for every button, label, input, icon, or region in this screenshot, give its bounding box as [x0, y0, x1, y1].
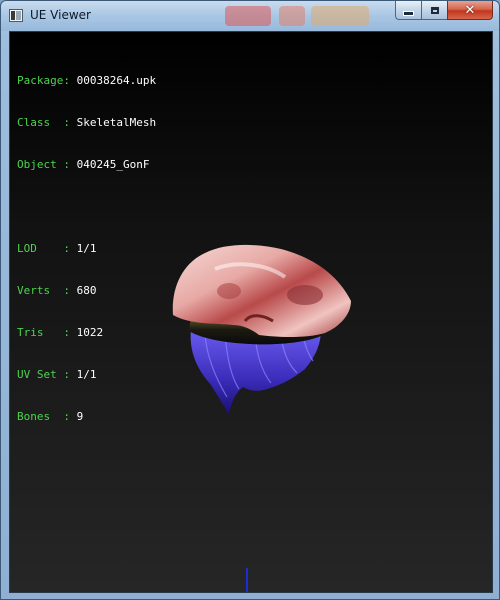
info-uvset: UV Set : 1/1: [17, 368, 97, 381]
info-bones: Bones : 9: [17, 410, 84, 423]
info-tris: Tris : 1022: [17, 326, 104, 339]
rendered-mesh-hat-with-hair: [172, 244, 351, 415]
close-button[interactable]: ✕: [447, 1, 493, 20]
maximize-button[interactable]: [421, 1, 447, 20]
ue-viewer-app-icon[interactable]: [9, 9, 23, 22]
ue-viewer-window: UE Viewer ✕ Package: 00038264.upk Class …: [0, 0, 500, 600]
close-icon: ✕: [464, 2, 476, 18]
maximize-icon: [430, 6, 439, 14]
window-title: UE Viewer: [30, 8, 91, 22]
info-class: Class : SkeletalMesh: [17, 116, 157, 129]
desktop-background-through-glass: [151, 3, 391, 29]
origin-axis-line: [246, 568, 248, 592]
info-package: Package: 00038264.upk: [17, 74, 157, 87]
caption-buttons: ✕: [395, 1, 493, 21]
3d-viewport[interactable]: Package: 00038264.upk Class : SkeletalMe…: [9, 31, 493, 593]
minimize-button[interactable]: [395, 1, 421, 20]
title-bar[interactable]: UE Viewer ✕: [1, 1, 499, 31]
info-lod: LOD : 1/1: [17, 242, 97, 255]
info-verts: Verts : 680: [17, 284, 97, 297]
mesh-info-overlay: Package: 00038264.upk Class : SkeletalMe…: [17, 46, 156, 452]
info-object: Object : 040245_GonF: [17, 158, 150, 171]
minimize-icon: [403, 10, 414, 16]
